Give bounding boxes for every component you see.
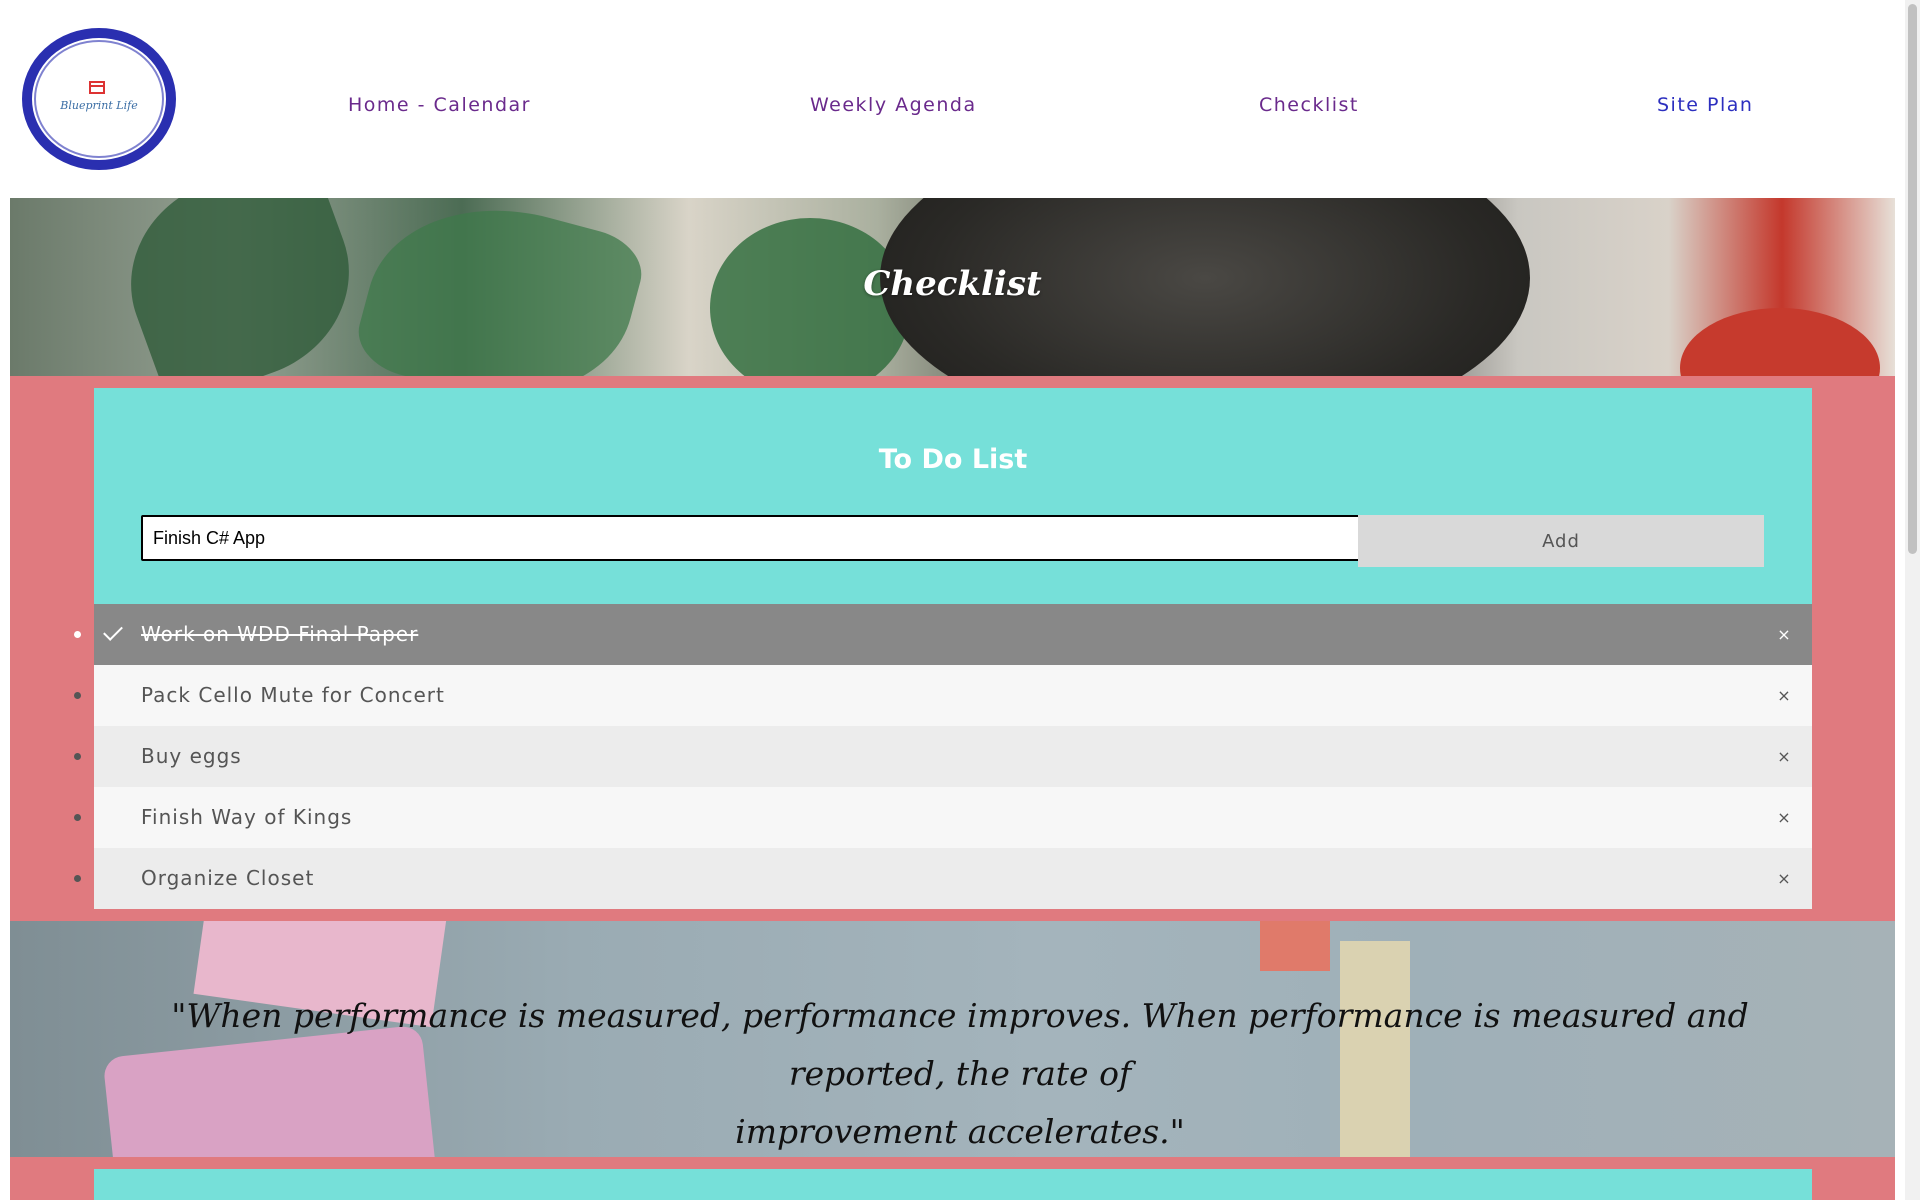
todo-title: To Do List <box>878 444 1028 475</box>
todo-input[interactable] <box>141 515 1368 561</box>
close-icon[interactable]: × <box>1772 787 1796 848</box>
todo-item-label: Finish Way of Kings <box>141 805 353 829</box>
close-icon[interactable]: × <box>1772 665 1796 726</box>
quote-line-2: improvement accelerates." <box>735 1112 1185 1151</box>
blueprint-life-logo[interactable]: Blueprint Life <box>18 24 180 174</box>
todo-header-panel: To Do List Add <box>94 388 1812 604</box>
nav-weekly-agenda[interactable]: Weekly Agenda <box>810 91 977 119</box>
todo-list: Work on WDD Final Paper × Pack Cello Mut… <box>74 604 1812 909</box>
site-header: Blueprint Life Home - Calendar Weekly Ag… <box>0 0 1895 198</box>
list-bullet <box>74 753 81 760</box>
red-object-decor <box>1680 308 1880 376</box>
nav-site-plan[interactable]: Site Plan <box>1657 91 1753 119</box>
list-bullet <box>74 875 81 882</box>
todo-item-label: Organize Closet <box>141 866 315 890</box>
quote-text: "When performance is measured, performan… <box>110 987 1810 1157</box>
todo-item[interactable]: Organize Closet × <box>74 848 1812 909</box>
nav-home-calendar[interactable]: Home - Calendar <box>348 91 531 119</box>
list-bullet <box>74 814 81 821</box>
scrollbar-thumb[interactable] <box>1908 4 1917 554</box>
add-button[interactable]: Add <box>1358 515 1764 567</box>
page-scrollbar[interactable] <box>1905 0 1920 1200</box>
close-icon[interactable]: × <box>1772 604 1796 665</box>
close-icon[interactable]: × <box>1772 726 1796 787</box>
svg-text:Blueprint Life: Blueprint Life <box>59 99 138 112</box>
quote-line-1: "When performance is measured, performan… <box>171 996 1749 1093</box>
pin-decor <box>1260 921 1330 971</box>
check-icon <box>103 621 123 641</box>
todo-item-checked[interactable]: Work on WDD Final Paper × <box>74 604 1812 665</box>
quote-banner: "When performance is measured, performan… <box>10 921 1895 1157</box>
hero-banner: Checklist <box>10 198 1895 376</box>
close-icon[interactable]: × <box>1772 848 1796 909</box>
todo-item[interactable]: Buy eggs × <box>74 726 1812 787</box>
page-title: Checklist <box>863 264 1042 304</box>
todo-item-label: Buy eggs <box>141 744 242 768</box>
todo-item[interactable]: Pack Cello Mute for Concert × <box>74 665 1812 726</box>
nav-checklist[interactable]: Checklist <box>1259 91 1359 119</box>
list-bullet <box>74 692 81 699</box>
todo-item-label: Work on WDD Final Paper <box>141 622 419 646</box>
list-bullet <box>74 631 81 638</box>
todo-item-label: Pack Cello Mute for Concert <box>141 683 445 707</box>
next-panel <box>94 1169 1812 1200</box>
todo-item[interactable]: Finish Way of Kings × <box>74 787 1812 848</box>
